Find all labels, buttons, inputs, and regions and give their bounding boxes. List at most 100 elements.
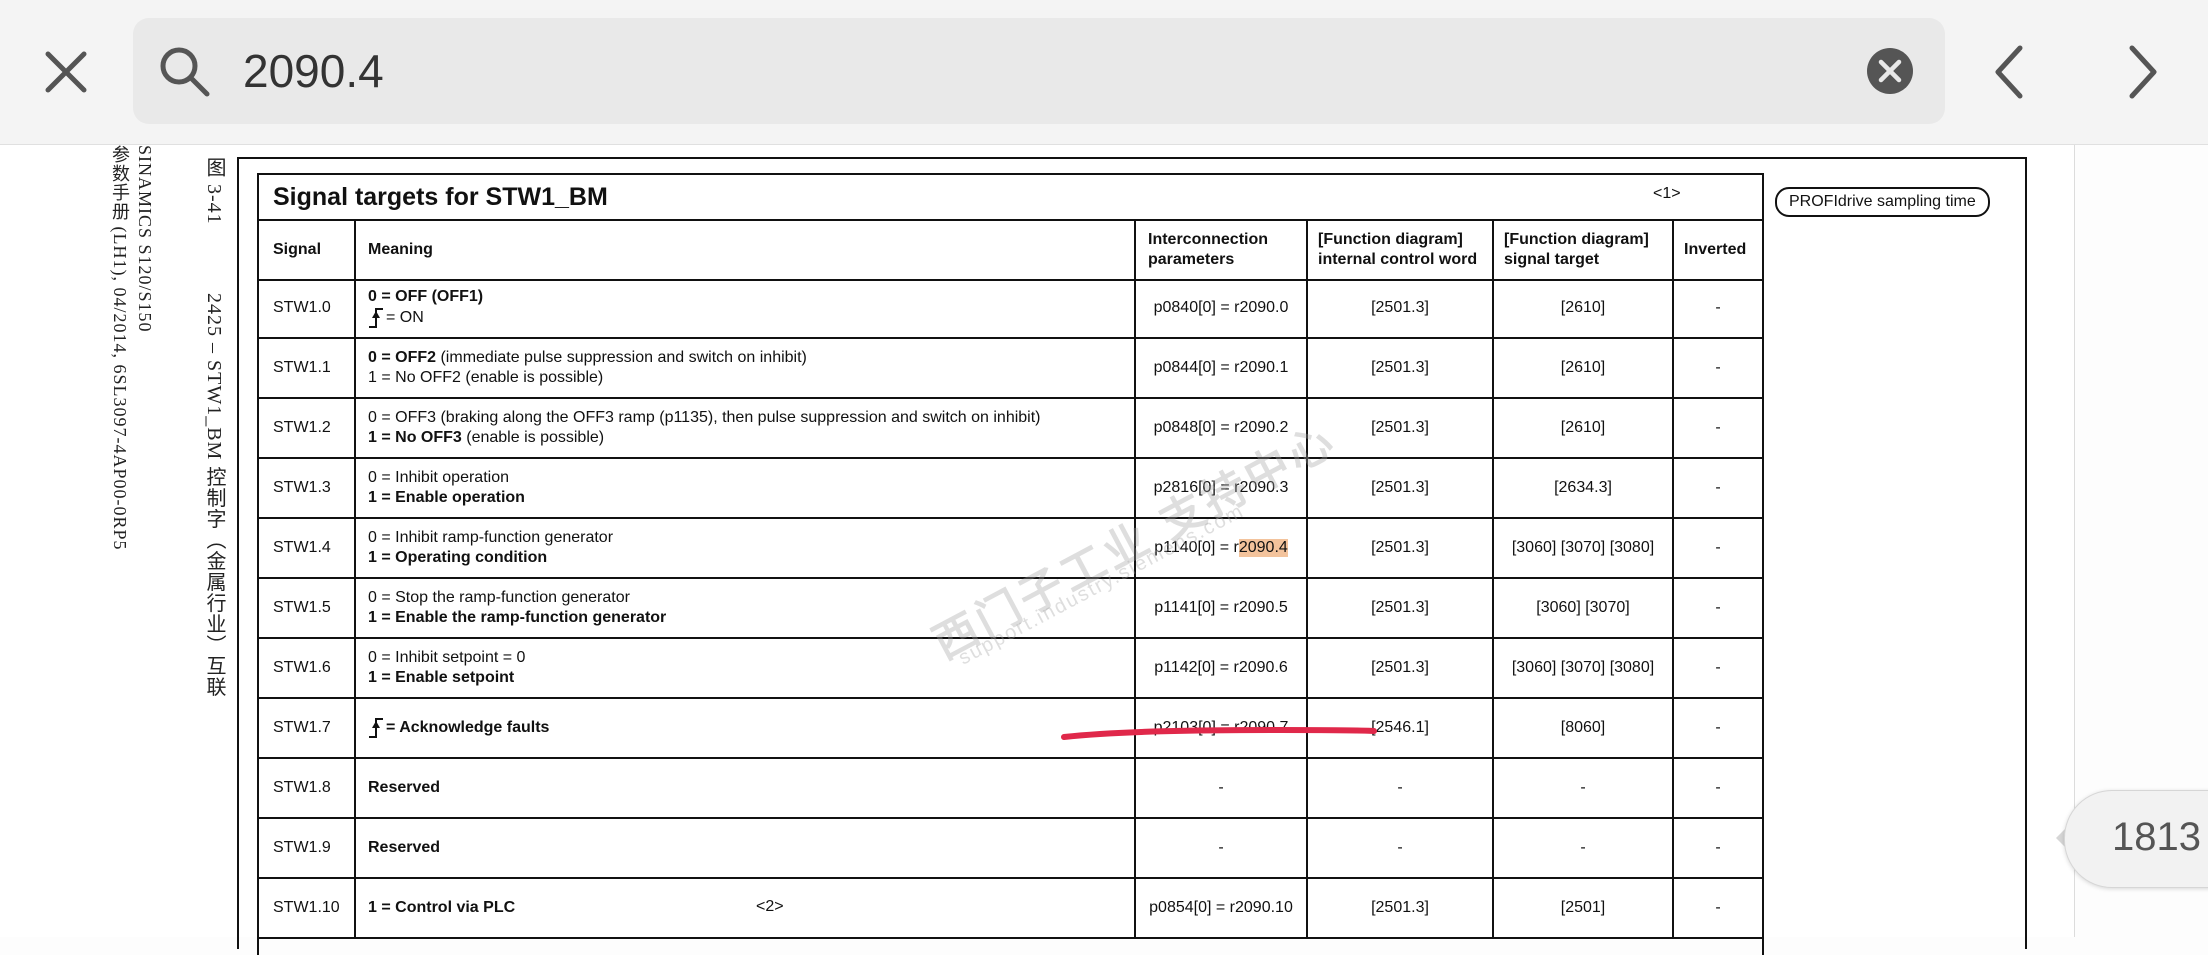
chevron-left-icon xyxy=(1995,45,2023,99)
cell-fd-target: [2634.3] xyxy=(1492,459,1672,517)
cell-parameter: - xyxy=(1134,819,1306,877)
header-inverted: Inverted xyxy=(1672,221,1762,279)
cell-signal: STW1.7 xyxy=(273,719,331,736)
cell-inverted: - xyxy=(1672,699,1762,757)
cell-fd-internal: [2501.3] xyxy=(1306,459,1492,517)
cell-fd-internal: [2501.3] xyxy=(1306,879,1492,937)
close-icon xyxy=(45,51,87,93)
cell-fd-target: [2501] xyxy=(1492,879,1672,937)
cell-meaning: 0 = Inhibit operation 1 = Enable operati… xyxy=(354,459,1134,517)
cell-signal: STW1.5 xyxy=(273,599,331,616)
cell-parameter: p1141[0] = r2090.5 xyxy=(1134,579,1306,637)
cell-fd-target: - xyxy=(1492,759,1672,817)
cell-inverted: - xyxy=(1672,759,1762,817)
table-row: STW1.5 0 = Stop the ramp-function genera… xyxy=(259,579,1762,639)
chevron-right-icon xyxy=(2129,45,2157,99)
table-row: STW1.2 0 = OFF3 (braking along the OFF3 … xyxy=(259,399,1762,459)
cell-fd-target: [2610] xyxy=(1492,399,1672,457)
header-meaning: Meaning xyxy=(354,221,1134,279)
cell-fd-target: [3060] [3070] xyxy=(1492,579,1672,637)
profidrive-badge: PROFIdrive sampling time xyxy=(1775,187,1990,217)
cell-fd-target: [2610] xyxy=(1492,279,1672,337)
cell-parameter: p0848[0] = r2090.2 xyxy=(1134,399,1306,457)
cell-meaning: = Acknowledge faults xyxy=(354,699,1134,757)
cell-fd-target: [3060] [3070] [3080] xyxy=(1492,639,1672,697)
cell-fd-internal: [2501.3] xyxy=(1306,339,1492,397)
header-fd-target: [Function diagram] signal target xyxy=(1492,221,1672,279)
table-body: STW1.0 0 = OFF (OFF1) = ON p0840[0] = r2… xyxy=(259,279,1762,939)
cell-signal: STW1.1 xyxy=(273,359,331,376)
cell-parameter: p0840[0] = r2090.0 xyxy=(1134,279,1306,337)
cell-inverted: - xyxy=(1672,579,1762,637)
cell-signal: STW1.2 xyxy=(273,419,331,436)
cell-fd-internal: [2501.3] xyxy=(1306,279,1492,337)
cell-meaning: 0 = Inhibit setpoint = 0 1 = Enable setp… xyxy=(354,639,1134,697)
cell-fd-internal: [2501.3] xyxy=(1306,639,1492,697)
cell-fd-internal: [2501.3] xyxy=(1306,579,1492,637)
red-annotation-stroke xyxy=(1061,726,1377,740)
manual-product-line: SINAMICS S120/S150 xyxy=(135,145,155,333)
table-title: Signal targets for STW1_BM xyxy=(273,183,608,211)
previous-result-button[interactable] xyxy=(1984,40,2036,104)
manual-edition-line: 参数手册 (LH1), 04/2014, 6SL3097-4AP00-0RP5 xyxy=(110,145,130,551)
cell-signal: STW1.0 xyxy=(273,299,331,316)
table-row: STW1.10 1 = Control via PLC <2> p0854[0]… xyxy=(259,879,1762,939)
rising-edge-icon xyxy=(369,718,383,738)
next-result-button[interactable] xyxy=(2116,40,2168,104)
cell-meaning: Reserved xyxy=(354,819,1134,877)
cell-meaning: 0 = Inhibit ramp-function generator 1 = … xyxy=(354,519,1134,577)
cell-parameter: p0844[0] = r2090.1 xyxy=(1134,339,1306,397)
search-icon xyxy=(160,47,210,97)
page-number: 1813 xyxy=(2112,815,2201,859)
cell-inverted: - xyxy=(1672,339,1762,397)
table-row: STW1.8 Reserved - - - - xyxy=(259,759,1762,819)
cell-meaning: 0 = Stop the ramp-function generator 1 =… xyxy=(354,579,1134,637)
cell-parameter: p0854[0] = r2090.10 xyxy=(1134,879,1306,937)
table-header-row: Signal Meaning Interconnection parameters… xyxy=(259,219,1762,281)
table-row: STW1.6 0 = Inhibit setpoint = 0 1 = Enab… xyxy=(259,639,1762,699)
cell-meaning: 0 = OFF (OFF1) = ON xyxy=(354,279,1134,337)
cell-fd-target: [8060] xyxy=(1492,699,1672,757)
cell-fd-target: [3060] [3070] [3080] xyxy=(1492,519,1672,577)
footnote-marker: <2> xyxy=(756,898,784,915)
table-row: STW1.0 0 = OFF (OFF1) = ON p0840[0] = r2… xyxy=(259,279,1762,339)
rising-edge-icon xyxy=(369,308,383,328)
table-row: STW1.7 = Acknowledge faults p2103[0] = r… xyxy=(259,699,1762,759)
cell-inverted: - xyxy=(1672,819,1762,877)
cell-parameter: - xyxy=(1134,759,1306,817)
close-button[interactable] xyxy=(38,44,94,100)
cell-inverted: - xyxy=(1672,519,1762,577)
document-page[interactable]: SINAMICS S120/S150 参数手册 (LH1), 04/2014, … xyxy=(0,145,2075,955)
cell-fd-internal: - xyxy=(1306,819,1492,877)
header-interconnection: Interconnection parameters xyxy=(1134,221,1306,279)
table-row: STW1.9 Reserved - - - - xyxy=(259,819,1762,879)
cell-meaning: 0 = OFF2 (immediate pulse suppression an… xyxy=(354,339,1134,397)
clear-search-button[interactable] xyxy=(1866,47,1914,95)
cell-inverted: - xyxy=(1672,639,1762,697)
title-note: <1> xyxy=(1653,185,1681,202)
header-fd-internal: [Function diagram] internal control word xyxy=(1306,221,1492,279)
cell-signal: STW1.4 xyxy=(273,539,331,556)
cell-signal: STW1.10 xyxy=(273,899,340,916)
cell-fd-internal: [2501.3] xyxy=(1306,519,1492,577)
cell-signal: STW1.9 xyxy=(273,839,331,856)
cell-fd-target: - xyxy=(1492,819,1672,877)
cell-parameter: p2816[0] = r2090.3 xyxy=(1134,459,1306,517)
cell-fd-internal: - xyxy=(1306,759,1492,817)
cell-meaning: 1 = Control via PLC <2> xyxy=(354,879,1134,937)
cell-fd-internal: [2501.3] xyxy=(1306,399,1492,457)
cell-fd-target: [2610] xyxy=(1492,339,1672,397)
signal-targets-table: Signal targets for STW1_BM <1> Signal Me… xyxy=(257,173,1764,955)
cell-signal: STW1.6 xyxy=(273,659,331,676)
table-row: STW1.1 0 = OFF2 (immediate pulse suppres… xyxy=(259,339,1762,399)
search-input[interactable] xyxy=(243,38,1843,104)
figure-label: 图 3-41 xyxy=(203,157,225,225)
cell-signal: STW1.8 xyxy=(273,779,331,796)
cell-inverted: - xyxy=(1672,459,1762,517)
cell-parameter: p1140[0] = r 2090.4 xyxy=(1134,519,1306,577)
search-box[interactable] xyxy=(133,18,1945,124)
cell-signal: STW1.3 xyxy=(273,479,331,496)
search-toolbar xyxy=(0,0,2208,145)
figure-title: 2425 – STW1_BM 控制字（金属行业）互联 xyxy=(203,293,225,698)
table-row-search-hit: STW1.4 0 = Inhibit ramp-function generat… xyxy=(259,519,1762,579)
